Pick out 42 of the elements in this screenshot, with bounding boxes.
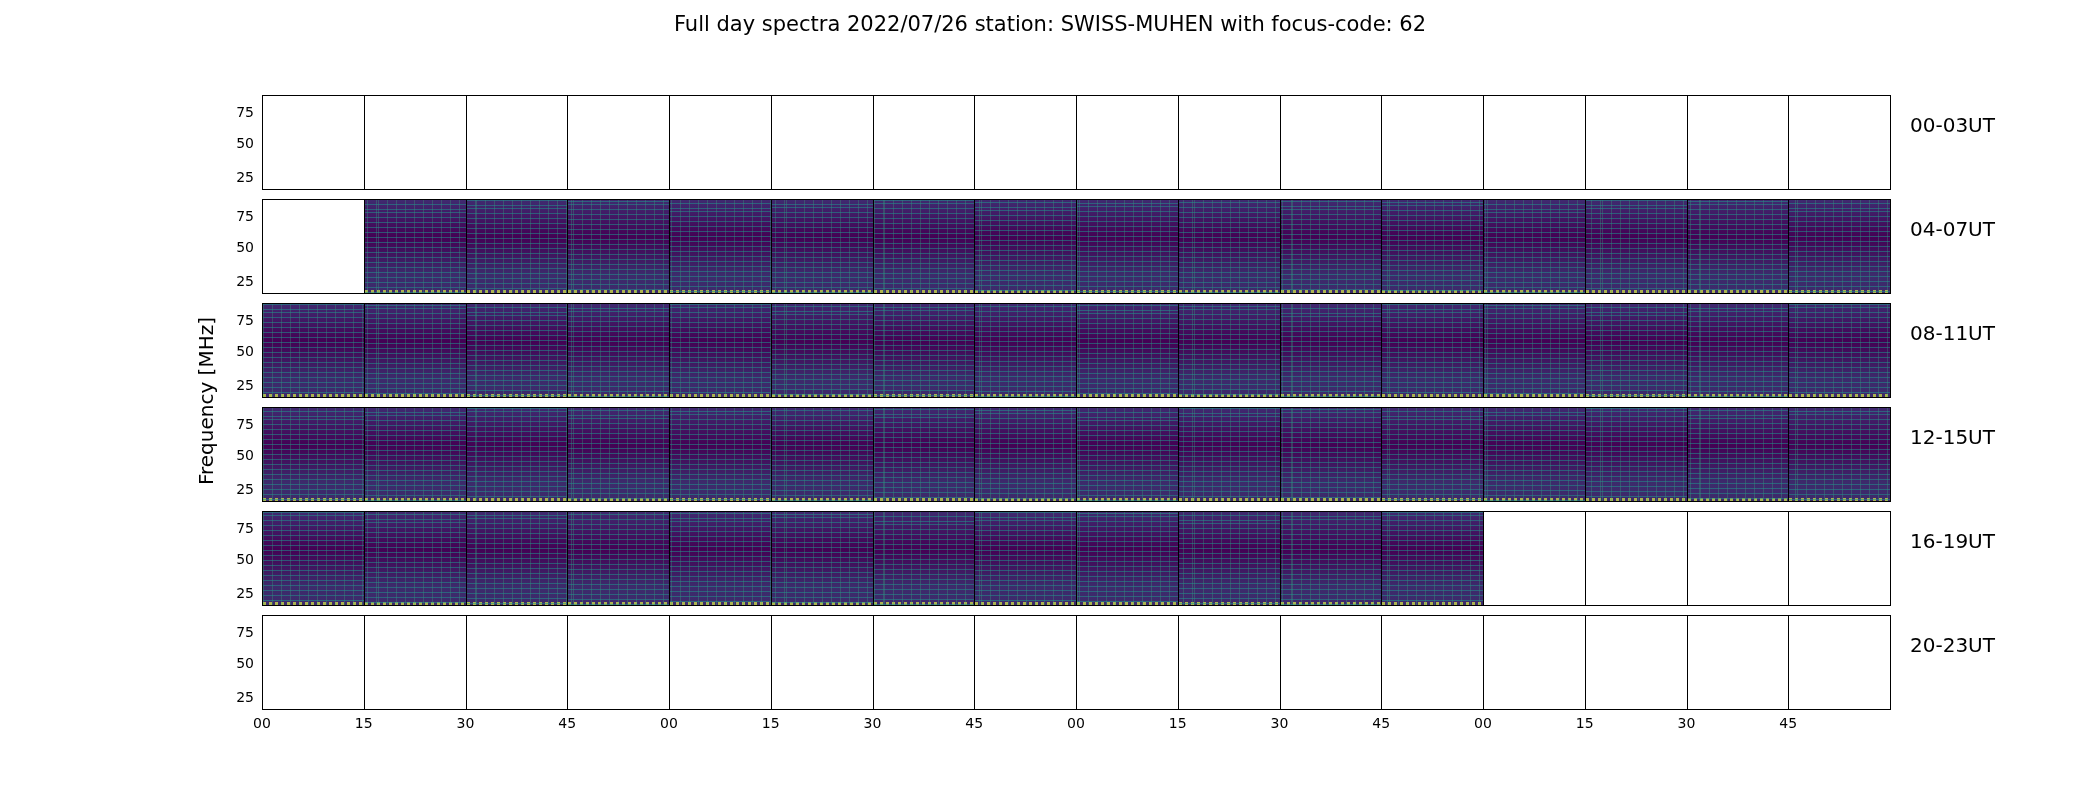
x-tick-label: 45 [965,715,984,731]
y-axis-label: Frequency [MHz] [194,316,218,486]
row-label: 20-23UT [1909,632,1995,659]
x-tick-label: 30 [1270,715,1289,731]
y-tick-label: 50 [236,343,254,360]
x-tick-label: 15 [1168,715,1187,731]
x-tick-label: 15 [761,715,780,731]
x-tick-label: 45 [1779,715,1798,731]
y-tick-label: 50 [236,551,254,568]
y-tick-label: 25 [236,688,254,705]
y-tick-label: 50 [236,655,254,672]
y-tick-label: 75 [236,624,254,641]
x-tick-label: 00 [1474,715,1492,731]
x-tick-label: 00 [253,715,271,731]
y-tick-label: 25 [236,480,254,497]
row-label: 16-19UT [1909,528,1995,555]
y-tick-label: 25 [236,376,254,393]
y-tick-label: 25 [236,272,254,289]
y-tick-label: 50 [236,135,254,152]
y-tick-label: 75 [236,208,254,225]
x-tick-label: 15 [1575,715,1594,731]
y-tick-label: 75 [236,520,254,537]
row-label: 12-15UT [1909,424,1995,451]
y-tick-label: 50 [236,239,254,256]
y-tick-label: 50 [236,447,254,464]
x-tick-label: 00 [1067,715,1085,731]
figure-title: Full day spectra 2022/07/26 station: SWISS-MUHEN with focus-code: 62 [672,12,1428,38]
x-tick-label: 00 [660,715,678,731]
y-tick-label: 25 [236,584,254,601]
y-tick-label: 25 [236,168,254,185]
x-tick-label: 30 [456,715,475,731]
x-tick-label: 30 [1677,715,1696,731]
y-tick-label: 75 [236,104,254,121]
row-label: 00-03UT [1909,112,1995,139]
row-label: 04-07UT [1909,216,1995,243]
x-tick-label: 15 [354,715,373,731]
x-tick-label: 30 [863,715,882,731]
row-label: 08-11UT [1909,320,1995,347]
y-tick-label: 75 [236,416,254,433]
x-tick-label: 45 [1372,715,1391,731]
y-tick-label: 75 [236,312,254,329]
x-tick-label: 45 [558,715,577,731]
